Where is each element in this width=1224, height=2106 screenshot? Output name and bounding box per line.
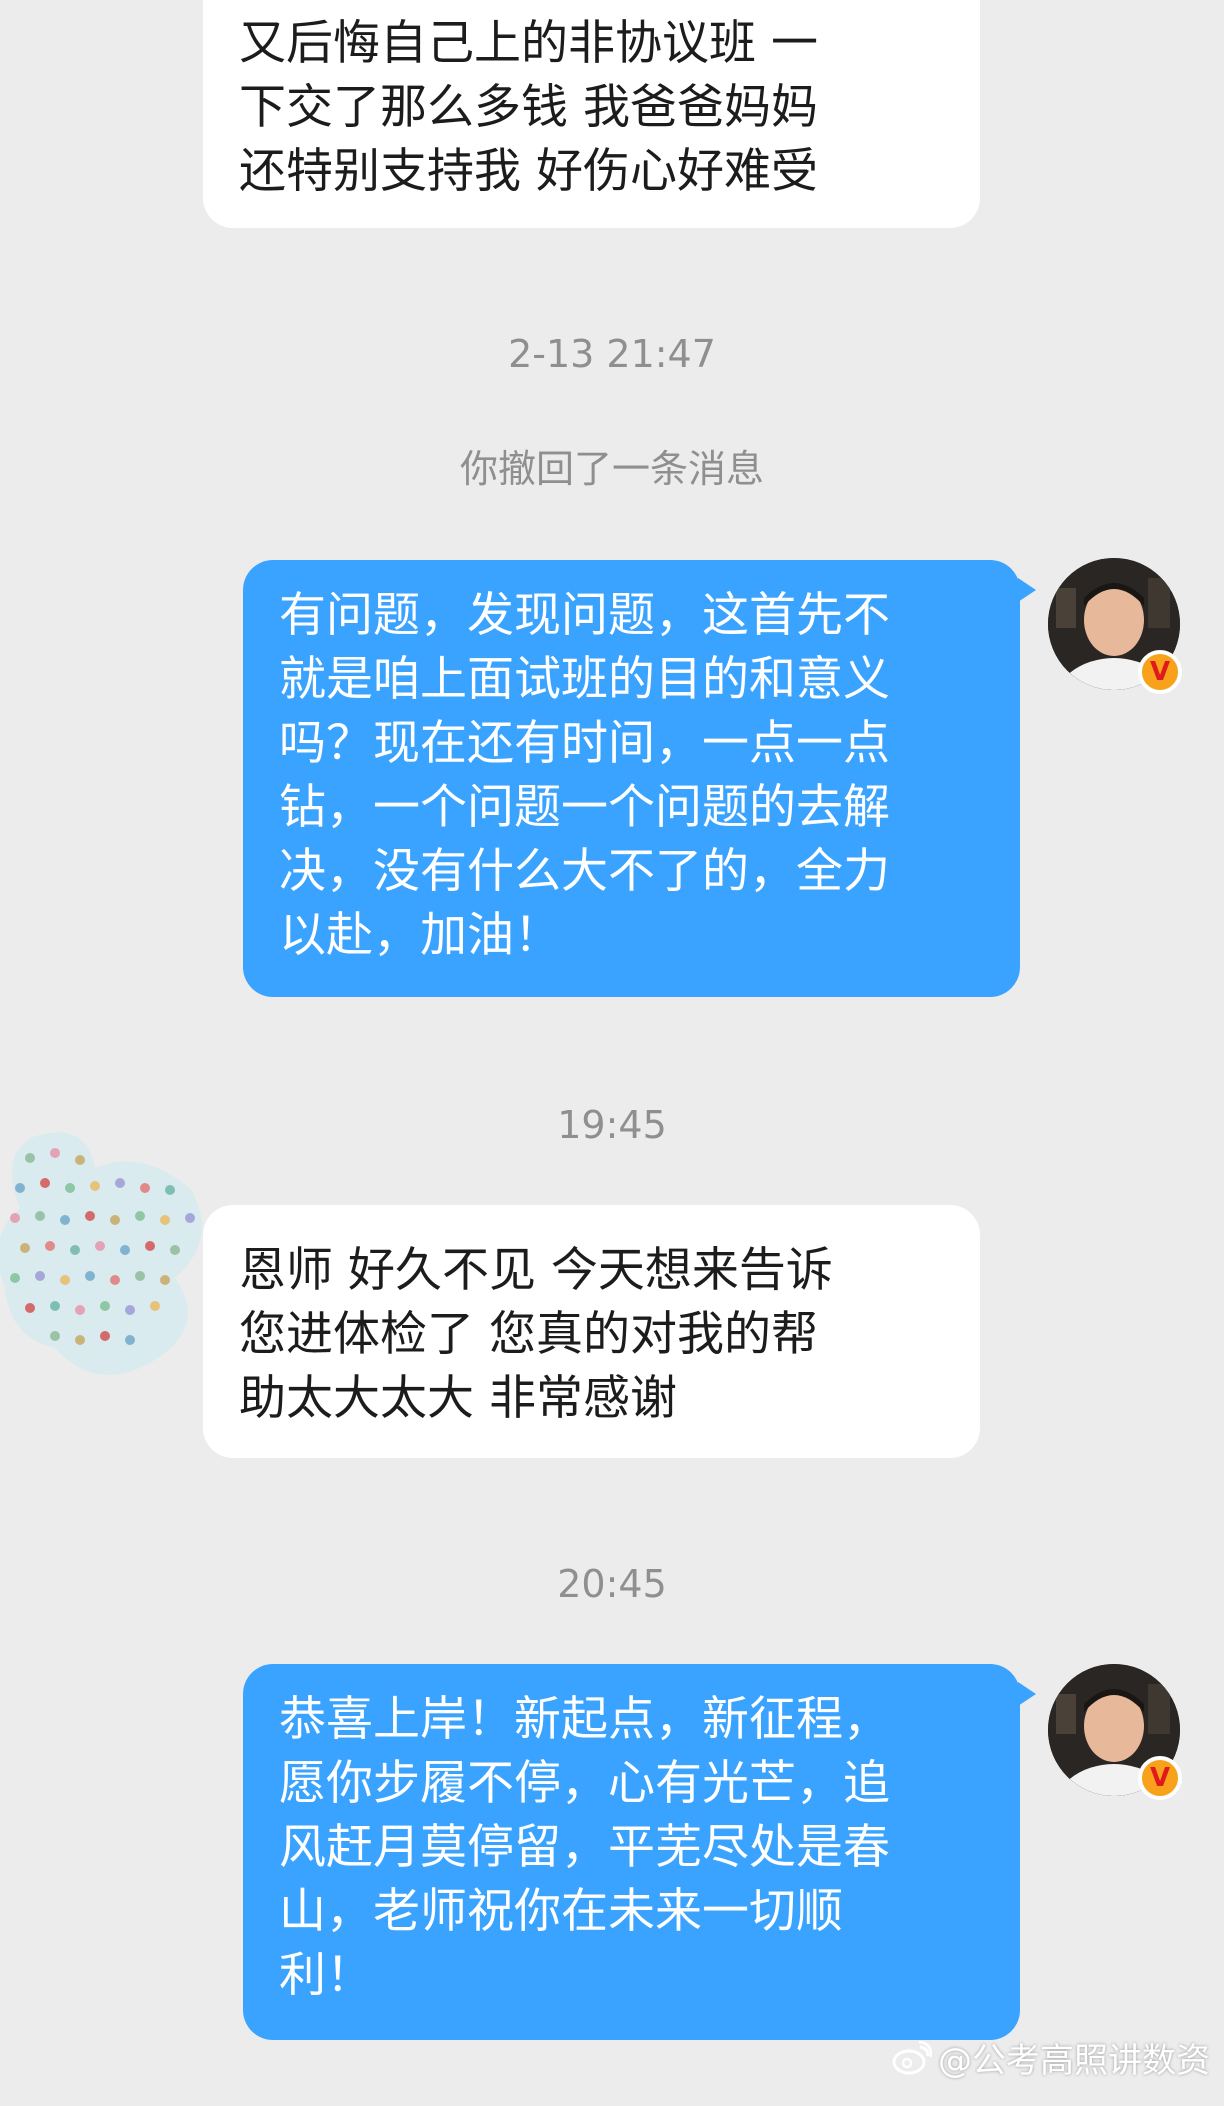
message-line: 愿你步履不停，心有光芒，追 — [279, 1756, 890, 1811]
message-line: 钻，一个问题一个问题的去解 — [279, 780, 890, 835]
contact-avatar[interactable] — [0, 1128, 210, 1388]
recalled-message-notice: 你撤回了一条消息 — [459, 447, 764, 491]
verified-badge-icon: V — [1138, 650, 1182, 694]
message-line: 恩师 好久不见 今天想来告诉 — [239, 1243, 833, 1298]
message-line: 山，老师祝你在未来一切顺 — [279, 1884, 843, 1939]
message-line: 有问题，发现问题，这首先不 — [279, 588, 890, 643]
message-line: 就是咱上面试班的目的和意义 — [279, 652, 890, 707]
message-bubble-incoming[interactable]: 恩师 好久不见 今天想来告诉 您进体检了 您真的对我的帮 助太大太大 非常感谢 — [203, 1205, 980, 1458]
message-line: 还特别支持我 好伤心好难受 — [239, 144, 818, 199]
message-bubble-incoming[interactable]: 又后悔自己上的非协议班 一 下交了那么多钱 我爸爸妈妈 还特别支持我 好伤心好难… — [203, 0, 980, 228]
message-line: 以赴，加油！ — [279, 908, 561, 963]
message-line: 下交了那么多钱 我爸爸妈妈 — [239, 80, 818, 135]
message-bubble-outgoing[interactable]: 恭喜上岸！新起点，新征程， 愿你步履不停，心有光芒，追 风赶月莫停留，平芜尽处是… — [243, 1664, 1036, 2040]
message-line: 利！ — [279, 1948, 373, 2003]
message-line: 风赶月莫停留，平芜尽处是春 — [279, 1820, 890, 1875]
timestamp: 20:45 — [557, 1562, 667, 1606]
message-line: 您进体检了 您真的对我的帮 — [239, 1307, 818, 1362]
watermark-text: @公考高照讲数资 — [938, 2041, 1210, 2081]
message-bubble-outgoing[interactable]: 有问题，发现问题，这首先不 就是咱上面试班的目的和意义 吗？现在还有时间，一点一… — [243, 560, 1036, 997]
verified-badge-icon: V — [1138, 1756, 1182, 1800]
message-line: 又后悔自己上的非协议班 一 — [239, 16, 818, 71]
message-line: 恭喜上岸！新起点，新征程， — [279, 1692, 890, 1747]
message-line: 决，没有什么大不了的，全力 — [279, 844, 890, 899]
watermark: @公考高照讲数资 — [892, 2033, 1210, 2082]
timestamp: 2-13 21:47 — [508, 332, 716, 376]
message-line: 助太大太大 非常感谢 — [239, 1371, 677, 1426]
weibo-icon — [892, 2040, 932, 2074]
message-line: 吗？现在还有时间，一点一点 — [279, 716, 890, 771]
